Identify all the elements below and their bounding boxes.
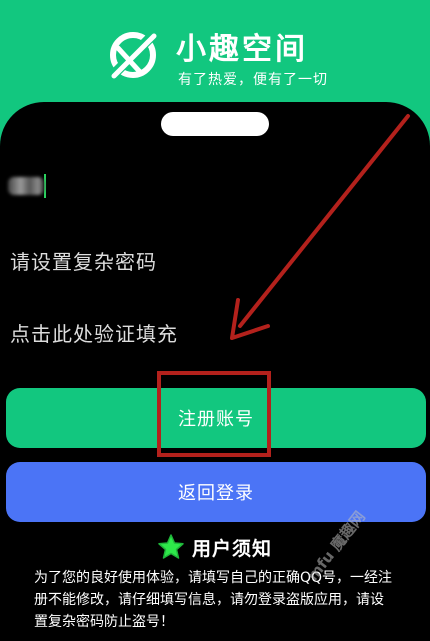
verify-autofill-field[interactable]: 点击此处验证填充 — [10, 316, 410, 348]
annotation-highlight-box — [157, 371, 271, 457]
notice-title: 用户须知 — [192, 537, 273, 560]
account-value-blurred — [8, 177, 44, 195]
back-to-login-button[interactable]: 返回登录 — [6, 462, 426, 522]
notice-heading: 用户须知 — [158, 532, 272, 562]
app-header: 小趣空间 有了热爱，便有了一切 — [0, 0, 430, 100]
phone-notch — [161, 112, 269, 136]
app-slogan: 有了热爱，便有了一切 — [178, 72, 328, 88]
text-cursor — [44, 174, 46, 198]
planet-ring-icon — [108, 30, 158, 80]
notice-body: 为了您的良好使用体验，请填写自己的正确QQ号，一经注册不能修改，请仔细填写信息，… — [34, 570, 393, 630]
star-icon — [158, 534, 184, 559]
account-input[interactable] — [8, 168, 408, 204]
password-input[interactable]: 请设置复杂密码 — [10, 244, 410, 276]
app-title: 小趣空间 — [176, 32, 308, 67]
